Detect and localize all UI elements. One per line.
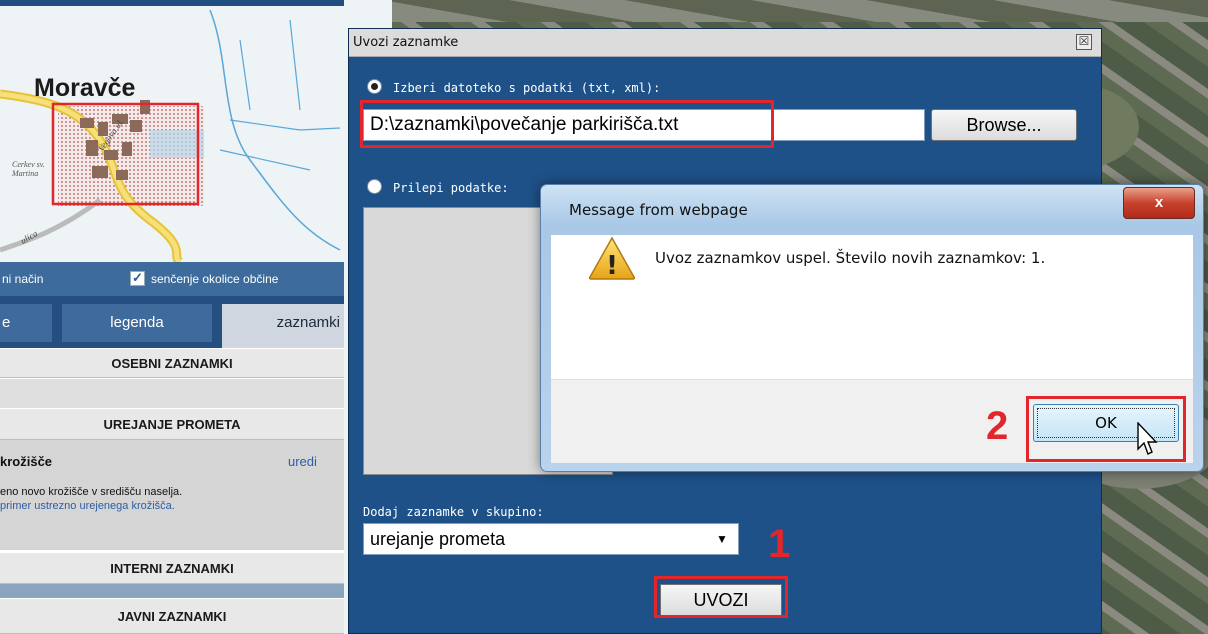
tab-legenda[interactable]: legenda [62, 304, 212, 342]
message-box-title: Message from webpage [569, 201, 748, 219]
mouse-cursor-icon [1137, 422, 1158, 455]
group-select[interactable]: urejanje prometa ▼ [363, 523, 739, 555]
paste-option-radio[interactable] [367, 179, 382, 194]
left-panel: Moravče Cerkev sv. Martina Vegova ul. ul… [0, 0, 344, 634]
section-traffic-bookmarks-header[interactable]: UREJANJE PROMETA [0, 408, 344, 440]
section-divider [0, 584, 344, 598]
dialog-titlebar[interactable]: Uvozi zaznamke ☒ [349, 29, 1101, 57]
highlight-import-button [654, 576, 788, 618]
tab-zaznamki[interactable]: zaznamki [222, 304, 344, 348]
tab-previous[interactable]: e [0, 304, 52, 342]
bookmark-example-link[interactable]: primer ustrezno urejenega krožišča. [0, 500, 175, 512]
map-place-label-line2: Martina [12, 169, 39, 178]
section-traffic-bookmarks[interactable] [0, 378, 344, 410]
dropdown-arrow-icon[interactable]: ▼ [710, 528, 734, 550]
map-graphic [0, 0, 344, 262]
close-icon[interactable]: ☒ [1076, 34, 1092, 50]
map-place-label: Cerkev sv. Martina [12, 160, 45, 178]
section-internal-bookmarks[interactable]: INTERNI ZAZNAMKI [0, 552, 344, 584]
highlight-ok-button [1026, 396, 1186, 462]
aerial-map-top-strip [392, 0, 1208, 22]
section-personal-bookmarks[interactable]: OSEBNI ZAZNAMKI [0, 348, 344, 378]
shading-checkbox[interactable]: ✓ [130, 270, 145, 286]
map-options-bar: ni način ✓ senčenje okolice občine [0, 262, 344, 296]
bookmark-list: krožišče uredi eno novo krožišče v sredi… [0, 440, 344, 550]
browse-button[interactable]: Browse... [931, 109, 1077, 141]
highlight-file-path [360, 100, 774, 148]
message-text: Uvoz zaznamkov uspel. Število novih zazn… [655, 249, 1046, 267]
mode-label[interactable]: ni način [2, 272, 43, 286]
group-label: Dodaj zaznamke v skupino: [363, 505, 544, 519]
step-2-marker: 2 [986, 404, 1009, 448]
section-public-bookmarks[interactable]: JAVNI ZAZNAMKI [0, 598, 344, 634]
step-1-marker: 1 [768, 522, 791, 566]
group-select-value: urejanje prometa [370, 529, 506, 549]
map-town-label: Moravče [34, 74, 136, 102]
paste-option-label[interactable]: Prilepi podatke: [393, 181, 509, 195]
bookmark-title: krožišče [0, 454, 53, 469]
check-icon: ✓ [132, 270, 143, 285]
file-option-label[interactable]: Izberi datoteko s podatki (txt, xml): [393, 81, 660, 95]
file-option-radio[interactable] [367, 79, 382, 94]
shading-checkbox-label[interactable]: senčenje okolice občine [151, 272, 278, 286]
panel-tabs: e legenda zaznamki [0, 296, 344, 348]
dialog-title: Uvozi zaznamke [353, 35, 459, 50]
warning-icon: ! [588, 236, 636, 281]
message-box-close-icon[interactable]: x [1123, 187, 1195, 219]
map-view[interactable]: Moravče Cerkev sv. Martina Vegova ul. ul… [0, 0, 344, 262]
warning-icon-glyph: ! [606, 251, 618, 281]
bookmark-description: eno novo krožišče v središču naselja. [0, 486, 183, 498]
map-place-label-line1: Cerkev sv. [12, 160, 45, 169]
edit-link[interactable]: uredi [288, 454, 317, 469]
